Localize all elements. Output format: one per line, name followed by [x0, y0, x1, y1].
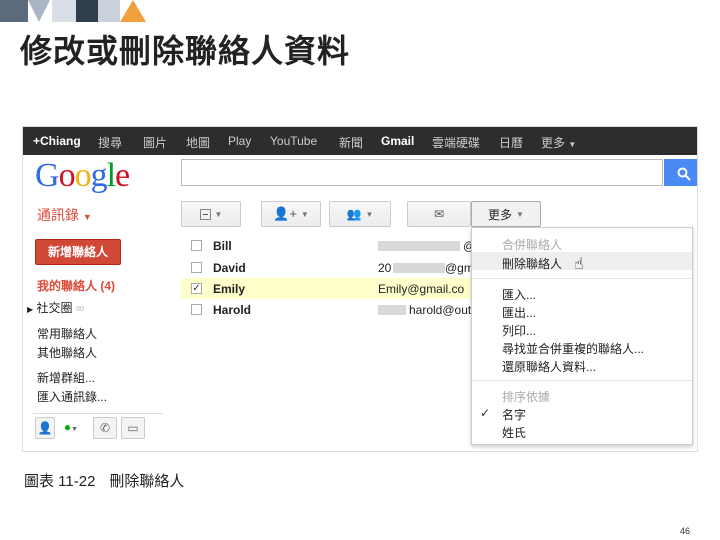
chevron-down-icon: ▼: [365, 209, 374, 219]
google-topbar: +Chiang 搜尋 圖片 地圖 Play YouTube 新聞 Gmail 雲…: [23, 127, 697, 155]
mail-icon: ✉: [433, 207, 445, 221]
expand-arrow-icon: ▶: [27, 305, 34, 314]
sidebar-item-label: 社交圈: [36, 301, 73, 315]
caption-text: 刪除聯絡人: [109, 473, 185, 490]
contact-row[interactable]: Harold harold@out: [181, 299, 471, 320]
sidebar-item-frequent[interactable]: 常用聯絡人: [37, 325, 97, 342]
row-checkbox-checked[interactable]: ✓: [191, 283, 202, 294]
chevron-down-icon: ▼: [82, 212, 92, 222]
contact-email-prefix: 20: [378, 261, 392, 275]
menu-item-merge: 合併聯絡人: [502, 238, 563, 252]
chevron-down-icon: ▼: [516, 209, 524, 219]
page-number: 46: [680, 526, 691, 536]
menu-divider: [472, 278, 692, 279]
search-input[interactable]: [181, 159, 663, 186]
chat-icon[interactable]: ▭: [121, 417, 145, 439]
contact-row[interactable]: David 20 @gm: [181, 257, 474, 278]
checkbox-minus-icon: [199, 208, 211, 220]
redacted-text: [378, 241, 460, 251]
topbar-item-images[interactable]: 圖片: [143, 134, 167, 151]
search-icon: [677, 167, 691, 181]
more-dropdown-button[interactable]: 更多 ▼: [471, 201, 541, 227]
redacted-text: [378, 305, 406, 315]
sidebar-item-other[interactable]: 其他聯絡人: [37, 344, 97, 361]
topbar-more-label: 更多: [541, 136, 566, 150]
chevron-down-icon: ▼: [214, 209, 223, 219]
select-checkbox-button[interactable]: ▼: [181, 201, 241, 227]
menu-divider: [472, 380, 692, 381]
topbar-item-more[interactable]: 更多 ▼: [541, 134, 576, 151]
add-to-circles-button[interactable]: 👤+ ▼: [261, 201, 321, 227]
topbar-item-maps[interactable]: 地圖: [186, 134, 210, 151]
topbar-user[interactable]: +Chiang: [33, 134, 81, 148]
new-contact-button[interactable]: 新增聯絡人: [35, 239, 121, 265]
row-checkbox[interactable]: [191, 304, 202, 315]
sidebar-item-circles[interactable]: ▶ 社交圈 ∞: [27, 299, 84, 316]
topbar-item-calendar[interactable]: 日曆: [499, 134, 523, 151]
chevron-down-icon: ▼: [300, 209, 309, 219]
avatar-icon[interactable]: 👤: [35, 417, 55, 439]
contact-name: Harold: [213, 303, 252, 317]
contacts-label: 通訊錄: [37, 207, 79, 223]
menu-item-find-duplicates[interactable]: 尋找並合併重複的聯絡人...: [502, 340, 644, 357]
search-button[interactable]: [664, 159, 697, 186]
contact-name: Emily: [213, 282, 246, 296]
hand-cursor-icon: ☝: [574, 256, 584, 273]
menu-item-sort-first-name[interactable]: 名字: [502, 406, 526, 423]
menu-item-sort-last-name[interactable]: 姓氏: [502, 424, 526, 441]
group-icon: 👥: [346, 207, 362, 221]
menu-item-restore[interactable]: 還原聯絡人資料...: [502, 358, 596, 375]
more-label: 更多: [488, 207, 513, 222]
topbar-item-play[interactable]: Play: [228, 134, 251, 148]
caption-label: 圖表 11-22: [24, 473, 96, 490]
contact-name: Bill: [213, 239, 232, 253]
circles-icon: ∞: [75, 301, 85, 315]
my-contacts-link[interactable]: 我的聯絡人 (4): [37, 277, 115, 294]
row-checkbox[interactable]: [191, 262, 202, 273]
slide-title: 修改或刪除聯絡人資料: [20, 32, 351, 70]
more-dropdown-menu: 合併聯絡人 刪除聯絡人 ☝ 匯入... 匯出... 列印... 尋找並合併重複的…: [471, 227, 693, 445]
group-button[interactable]: 👥 ▼: [329, 201, 391, 227]
menu-item-import[interactable]: 匯入...: [502, 286, 536, 303]
email-button[interactable]: ✉: [407, 201, 471, 227]
person-add-icon: 👤+: [273, 206, 297, 221]
menu-item-print[interactable]: 列印...: [502, 322, 536, 339]
topbar-item-gmail[interactable]: Gmail: [381, 134, 414, 148]
menu-item-export[interactable]: 匯出...: [502, 304, 536, 321]
status-dot-icon[interactable]: ●▼: [59, 417, 83, 439]
google-logo: Google: [35, 157, 130, 194]
contact-email: Emily@gmail.co: [378, 282, 465, 296]
header-decoration: [0, 0, 160, 22]
contact-row-selected[interactable]: ✓ Emily Emily@gmail.co: [181, 278, 471, 299]
contact-email: @gm: [445, 261, 474, 275]
contact-row[interactable]: Bill @: [181, 235, 475, 256]
contact-name: David: [213, 261, 246, 275]
contact-email: harold@out: [409, 303, 472, 317]
contacts-app-switcher[interactable]: 通訊錄 ▼: [37, 205, 92, 225]
topbar-item-news[interactable]: 新聞: [339, 134, 363, 151]
chevron-down-icon: ▼: [568, 140, 577, 149]
topbar-item-youtube[interactable]: YouTube: [270, 134, 317, 148]
check-icon: ✓: [480, 406, 491, 420]
redacted-text: [393, 263, 445, 273]
menu-item-delete[interactable]: 刪除聯絡人: [502, 255, 562, 272]
menu-sort-header: 排序依據: [502, 390, 551, 404]
row-checkbox[interactable]: [191, 240, 202, 251]
topbar-item-drive[interactable]: 雲端硬碟: [432, 134, 480, 151]
topbar-item-search[interactable]: 搜尋: [98, 134, 122, 151]
contacts-screenshot: +Chiang 搜尋 圖片 地圖 Play YouTube 新聞 Gmail 雲…: [22, 126, 698, 452]
phone-icon[interactable]: ✆: [93, 417, 117, 439]
figure-caption: 圖表 11-22 刪除聯絡人: [24, 470, 184, 491]
sidebar-item-import[interactable]: 匯入通訊錄...: [37, 388, 107, 405]
sidebar-item-new-group[interactable]: 新增群組...: [37, 369, 95, 386]
